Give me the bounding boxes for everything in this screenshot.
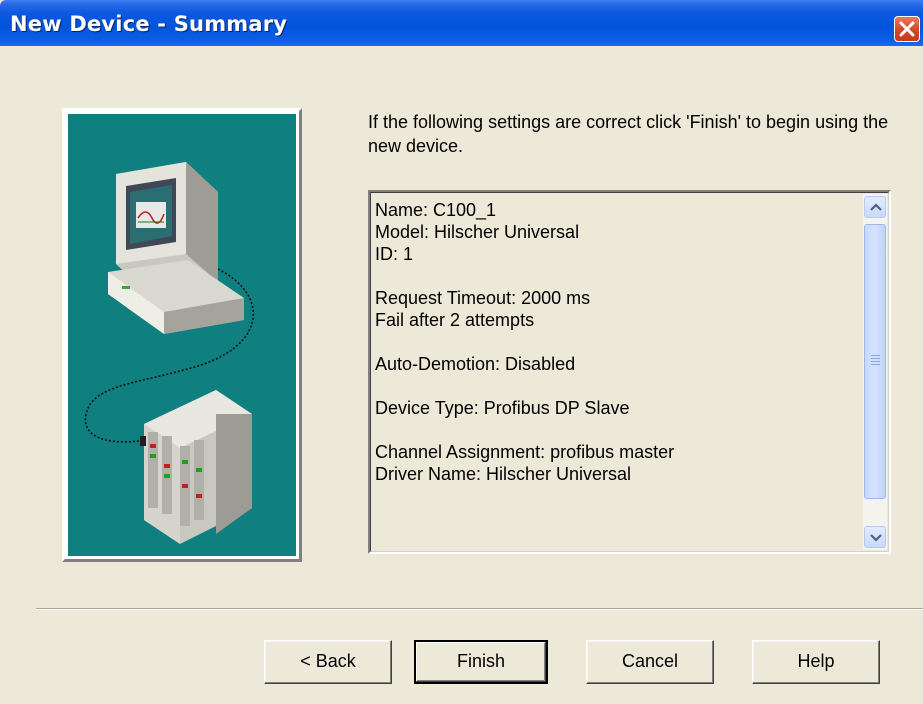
computer-and-device-illustration <box>84 162 254 544</box>
device-rack-icon <box>140 390 252 544</box>
computer-icon <box>108 162 244 334</box>
summary-line: Auto-Demotion: Disabled <box>375 354 576 374</box>
summary-box[interactable]: Name: C100_1 Model: Hilscher Universal I… <box>368 190 891 554</box>
instruction-text: If the following settings are correct cl… <box>368 112 889 156</box>
illustration-background <box>68 114 296 556</box>
summary-line <box>375 375 855 397</box>
summary-line: Device Type: Profibus DP Slave <box>375 398 630 418</box>
chevron-up-icon <box>870 203 882 211</box>
window-title: New Device - Summary <box>10 12 288 36</box>
summary-line <box>375 265 855 287</box>
dialog-window: New Device - Summary If the following se… <box>0 0 923 704</box>
summary-line <box>375 331 855 353</box>
close-icon <box>899 21 915 37</box>
title-bar[interactable]: New Device - Summary <box>0 0 923 46</box>
cancel-button[interactable]: Cancel <box>586 640 714 684</box>
wizard-illustration <box>62 108 302 562</box>
summary-line: Request Timeout: 2000 ms <box>375 288 591 308</box>
summary-text: Name: C100_1 Model: Hilscher Universal I… <box>375 199 855 485</box>
scroll-down-button[interactable] <box>864 526 886 548</box>
summary-line: ID: 1 <box>375 244 414 264</box>
help-button[interactable]: Help <box>752 640 880 684</box>
scroll-thumb[interactable] <box>864 224 886 499</box>
summary-line: Fail after 2 attempts <box>375 310 535 330</box>
vertical-scrollbar[interactable] <box>863 194 887 550</box>
finish-button[interactable]: Finish <box>414 640 548 684</box>
summary-line: Name: C100_1 <box>375 200 497 220</box>
button-separator <box>36 608 923 610</box>
summary-line <box>375 419 855 441</box>
summary-line: Channel Assignment: profibus master <box>375 442 675 462</box>
back-button[interactable]: < Back <box>264 640 392 684</box>
summary-line: Model: Hilscher Universal <box>375 222 580 242</box>
close-button[interactable] <box>894 16 920 42</box>
scroll-up-button[interactable] <box>864 196 886 218</box>
chevron-down-icon <box>870 534 882 542</box>
summary-line: Driver Name: Hilscher Universal <box>375 464 632 484</box>
